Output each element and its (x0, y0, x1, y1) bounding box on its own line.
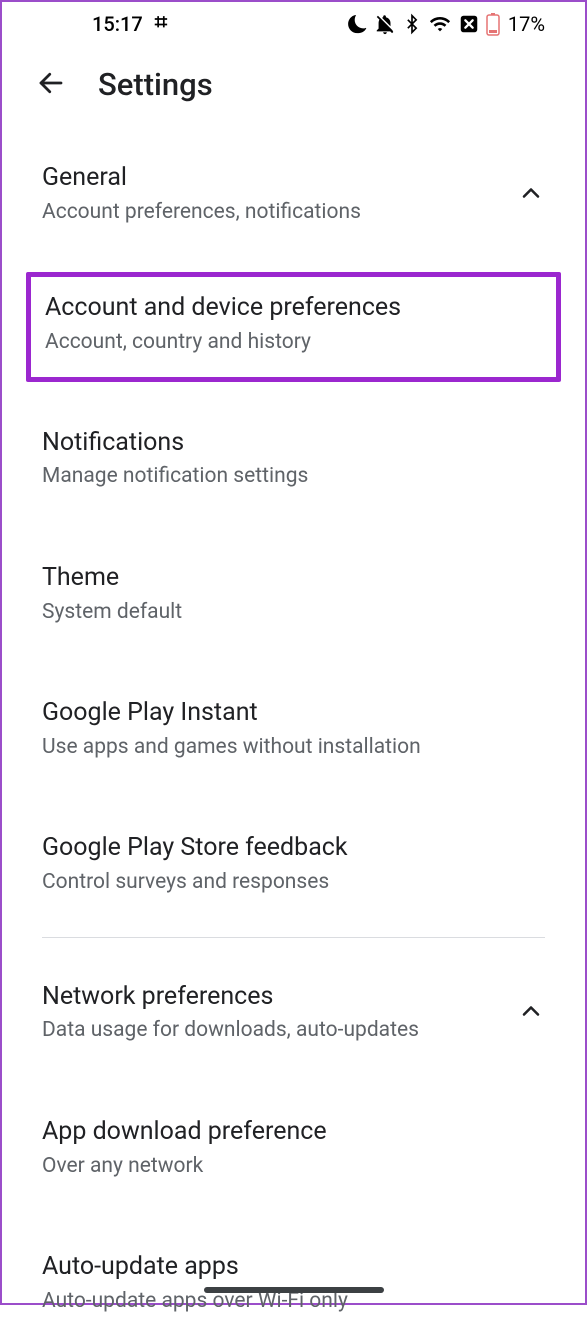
notifications-off-icon (374, 13, 396, 35)
section-general[interactable]: General Account preferences, notificatio… (2, 137, 585, 252)
section-network-title: Network preferences (42, 980, 497, 1014)
dnd-moon-icon (346, 13, 368, 35)
error-badge-icon (458, 13, 480, 35)
item-play-instant[interactable]: Google Play Instant Use apps and games w… (2, 672, 585, 787)
section-general-subtitle: Account preferences, notifications (42, 197, 497, 229)
wifi-icon (428, 13, 452, 35)
item-download-pref-title: App download preference (42, 1115, 545, 1149)
app-header: Settings (2, 42, 585, 137)
home-indicator[interactable] (204, 1287, 384, 1293)
item-notifications-subtitle: Manage notification settings (42, 461, 545, 493)
battery-icon (486, 12, 500, 36)
section-network[interactable]: Network preferences Data usage for downl… (2, 956, 585, 1071)
item-download-pref-subtitle: Over any network (42, 1151, 545, 1183)
chevron-up-icon (517, 997, 545, 1029)
battery-percent: 17% (508, 12, 545, 36)
status-time: 15:17 (92, 12, 143, 36)
slack-icon: ⌗ (155, 12, 167, 34)
page-title: Settings (98, 66, 213, 103)
status-left: 15:17 ⌗ (92, 12, 167, 36)
item-auto-update-title: Auto-update apps (42, 1250, 545, 1284)
item-play-instant-title: Google Play Instant (42, 696, 545, 730)
chevron-up-icon (517, 179, 545, 211)
bluetooth-icon (402, 13, 422, 35)
item-theme[interactable]: Theme System default (2, 537, 585, 652)
item-feedback-title: Google Play Store feedback (42, 831, 545, 865)
divider (42, 937, 545, 938)
back-icon[interactable] (36, 68, 66, 102)
section-general-title: General (42, 161, 497, 195)
item-auto-update[interactable]: Auto-update apps Auto-update apps over W… (2, 1226, 585, 1341)
item-account-device-preferences[interactable]: Account and device preferences Account, … (26, 272, 561, 381)
item-download-preference[interactable]: App download preference Over any network (2, 1091, 585, 1206)
item-account-title: Account and device preferences (45, 291, 542, 325)
item-play-instant-subtitle: Use apps and games without installation (42, 732, 545, 764)
item-feedback-subtitle: Control surveys and responses (42, 867, 545, 899)
item-account-subtitle: Account, country and history (45, 327, 542, 359)
section-network-subtitle: Data usage for downloads, auto-updates (42, 1015, 497, 1047)
item-notifications-title: Notifications (42, 426, 545, 460)
item-feedback[interactable]: Google Play Store feedback Control surve… (2, 807, 585, 922)
item-notifications[interactable]: Notifications Manage notification settin… (2, 402, 585, 517)
status-bar: 15:17 ⌗ 17% (2, 2, 585, 42)
item-theme-title: Theme (42, 561, 545, 595)
item-theme-subtitle: System default (42, 597, 545, 629)
status-right: 17% (346, 12, 545, 36)
